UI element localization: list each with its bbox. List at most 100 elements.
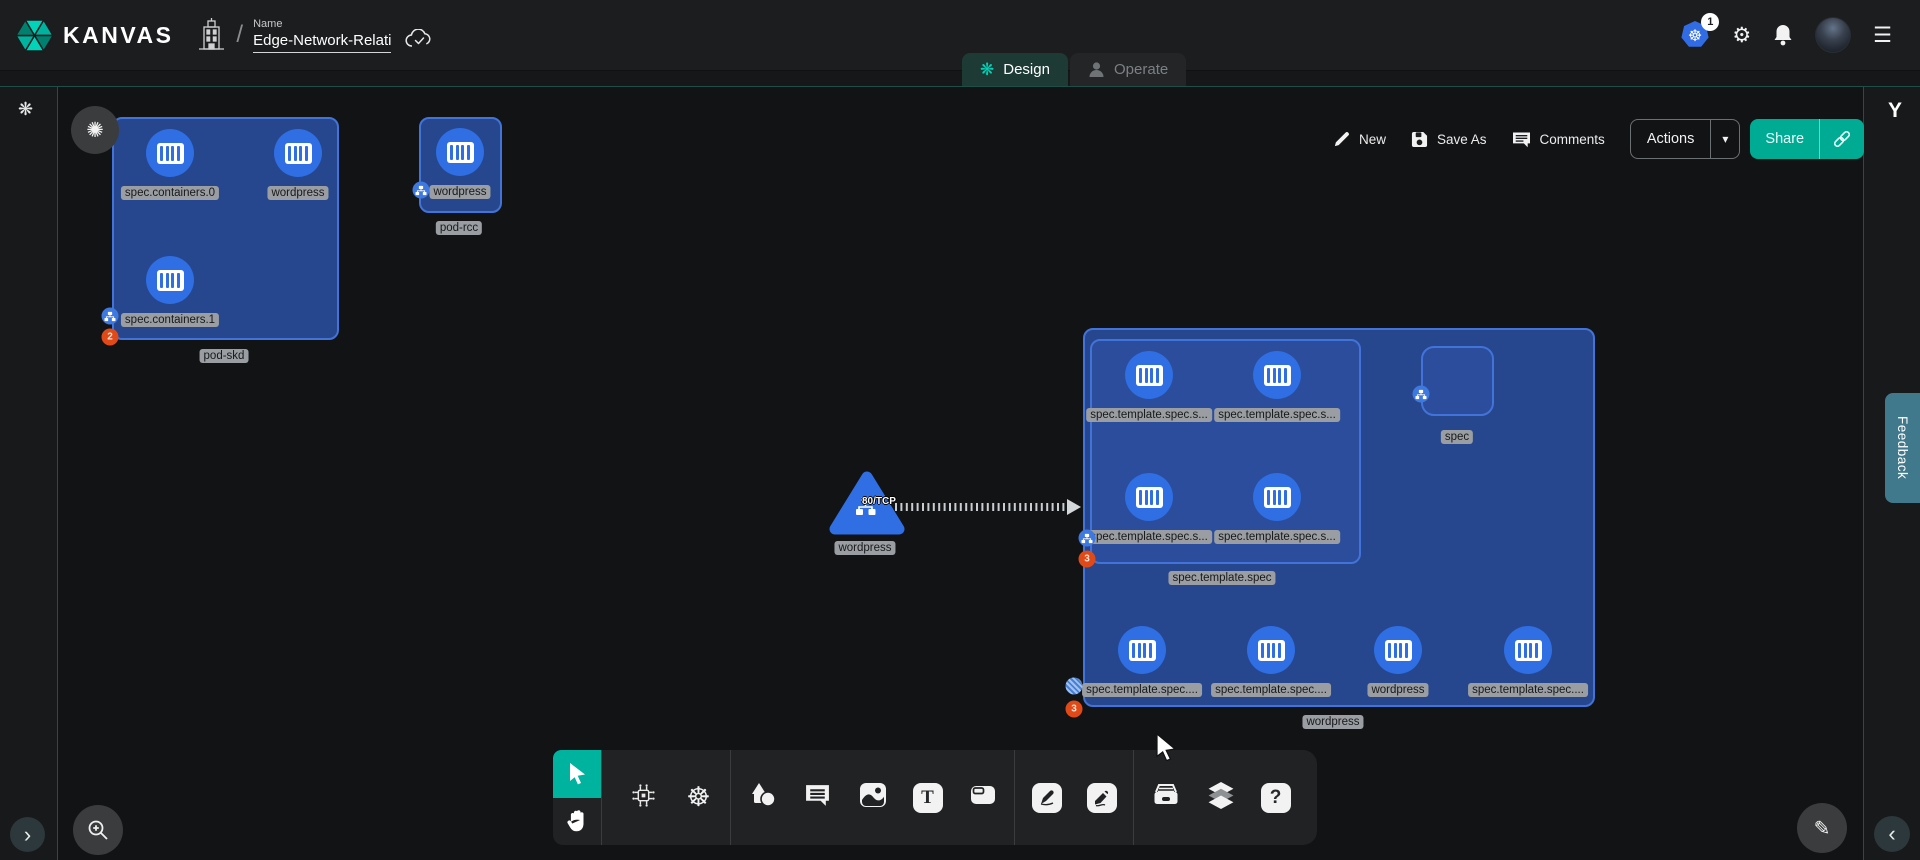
group-label: pod-rcc (436, 221, 482, 235)
actions-dropdown-button[interactable]: Actions ▾ (1630, 119, 1741, 159)
badge-relationship[interactable] (1066, 678, 1083, 695)
badge-count[interactable]: 2 (102, 329, 119, 346)
container-node[interactable] (436, 128, 484, 176)
group-label: spec.template.spec (1168, 571, 1275, 585)
zoom-search-button[interactable] (73, 805, 123, 855)
toolbar-divider (1133, 750, 1134, 845)
container-node[interactable] (1125, 351, 1173, 399)
image-tool-button[interactable] (845, 750, 900, 845)
node-label: wordpress (834, 541, 895, 555)
signature-pen-button[interactable]: ✎ (1797, 803, 1847, 853)
badge-relationship[interactable] (1413, 386, 1430, 403)
notifications-bell-icon[interactable] (1773, 24, 1793, 46)
badge-relationship[interactable] (413, 182, 430, 199)
breadcrumb-separator: / (236, 21, 243, 49)
badge-relationship[interactable] (1079, 530, 1096, 547)
container-node[interactable] (1374, 626, 1422, 674)
actions-button-label: Actions (1631, 120, 1711, 158)
pan-tool-button[interactable] (553, 798, 601, 846)
node-label: spec.containers.0 (121, 186, 219, 200)
kubernetes-icon: ☸ (686, 784, 710, 811)
node-spec[interactable] (1421, 346, 1494, 416)
container-node[interactable] (274, 129, 322, 177)
node-label: spec.template.spec.s... (1086, 530, 1212, 544)
node-label: spec.template.spec.s... (1214, 408, 1340, 422)
svg-text:☸: ☸ (1688, 26, 1702, 45)
app-header: KANVAS / Name (0, 0, 1920, 71)
archive-tool-button[interactable] (1138, 750, 1193, 845)
container-node[interactable] (1253, 351, 1301, 399)
kubernetes-tool-button[interactable]: ☸ (671, 750, 726, 845)
text-tool-button[interactable]: T (900, 750, 955, 845)
share-button[interactable]: Share (1750, 119, 1864, 159)
badge-count[interactable]: 3 (1066, 701, 1083, 718)
toolbar-divider (1014, 750, 1015, 845)
shapes-tool-button[interactable] (735, 750, 790, 845)
kubernetes-cluster-icon[interactable]: ☸ 1 (1680, 20, 1710, 50)
badge-count[interactable]: 3 (1079, 551, 1096, 568)
badge-relationship[interactable] (102, 308, 119, 325)
note-tool-button[interactable] (955, 750, 1010, 845)
components-tool-button[interactable] (616, 750, 671, 845)
container-node[interactable] (146, 129, 194, 177)
container-icon (157, 270, 184, 291)
shortcut-y-icon[interactable]: Y (1888, 99, 1902, 123)
kanvas-logo[interactable]: KANVAS (16, 17, 173, 54)
save-as-button[interactable]: Save As (1411, 131, 1487, 148)
expand-left-panel-button[interactable]: › (10, 817, 45, 852)
layers-tool-button[interactable] (1193, 750, 1248, 845)
node-label: wordpress (267, 186, 328, 200)
group-label: pod-skd (200, 349, 249, 363)
pointer-tool-stack (553, 750, 602, 845)
menu-hamburger-icon[interactable]: ☰ (1873, 25, 1892, 46)
new-button[interactable]: New (1333, 131, 1386, 148)
node-label: spec.containers.1 (121, 313, 219, 327)
floating-dock-toggle-button[interactable]: ✺ (71, 106, 119, 154)
layers-icon (1207, 781, 1235, 814)
pen-tool-button[interactable] (1019, 750, 1074, 845)
archive-icon (1152, 782, 1180, 813)
pen-nib-icon: ✎ (1814, 816, 1831, 841)
group-label: wordpress (1302, 715, 1363, 729)
note-icon (970, 782, 996, 813)
new-button-label: New (1359, 132, 1386, 147)
design-name-input[interactable] (253, 31, 391, 53)
meshery-spiral-icon[interactable]: ❋ (18, 99, 33, 120)
help-tool-button[interactable]: ? (1248, 750, 1303, 845)
select-tool-button[interactable] (553, 750, 601, 798)
container-node[interactable] (1247, 626, 1295, 674)
toolbar-divider (730, 750, 731, 845)
node-label: spec (1441, 430, 1473, 444)
comments-button[interactable]: Comments (1512, 131, 1605, 148)
container-node[interactable] (1253, 473, 1301, 521)
copy-link-icon[interactable] (1819, 119, 1864, 159)
container-node[interactable] (1504, 626, 1552, 674)
left-rail: ❋ › (0, 86, 58, 860)
header-right-icons: ☸ 1 ⚙ ☰ (1680, 17, 1892, 53)
container-node[interactable] (1125, 473, 1173, 521)
container-icon (1515, 640, 1542, 661)
design-name-label: Name (253, 18, 391, 30)
pencil-tool-button[interactable] (1074, 750, 1129, 845)
pencil-icon (1333, 131, 1350, 148)
tab-design[interactable]: ❋ Design (962, 53, 1068, 86)
logo-text: KANVAS (63, 22, 173, 49)
comment-tool-button[interactable] (790, 750, 845, 845)
organization-icon[interactable] (199, 18, 224, 52)
tab-strip (0, 70, 1920, 87)
operate-tab-label: Operate (1114, 61, 1168, 78)
node-label: wordpress (1367, 683, 1428, 697)
feedback-tab[interactable]: Feedback (1885, 393, 1920, 503)
container-icon (1264, 487, 1291, 508)
tab-operate[interactable]: Operate (1070, 53, 1186, 86)
cursor-icon (566, 762, 588, 786)
container-node[interactable] (146, 256, 194, 304)
container-icon (1129, 640, 1156, 661)
settings-gear-icon[interactable]: ⚙ (1732, 25, 1751, 46)
container-icon (1136, 365, 1163, 386)
container-node[interactable] (1118, 626, 1166, 674)
user-avatar[interactable] (1815, 17, 1851, 53)
actions-caret-icon[interactable]: ▾ (1710, 120, 1739, 158)
collapse-right-panel-button[interactable]: ‹ (1874, 816, 1910, 852)
container-icon (1264, 365, 1291, 386)
